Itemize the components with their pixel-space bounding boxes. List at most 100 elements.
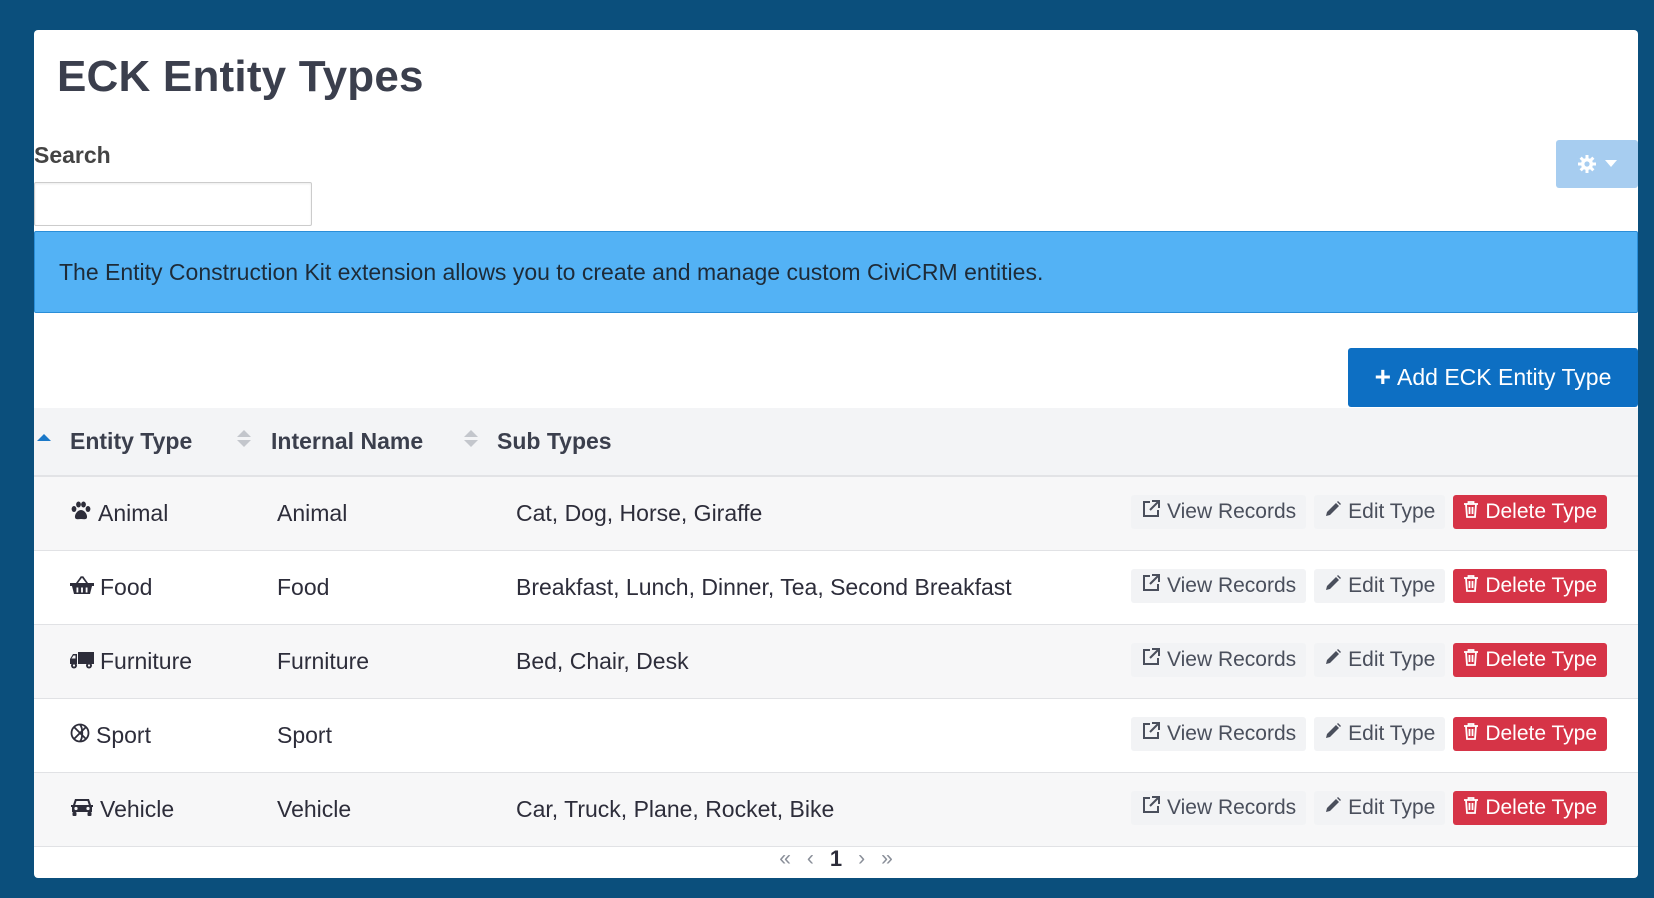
view-records-label: View Records: [1166, 500, 1297, 523]
column-header-entity-type[interactable]: Entity Type: [70, 408, 192, 475]
first-page-link[interactable]: «: [779, 847, 791, 871]
row-actions: View Records Edit Type Delete Type: [1130, 643, 1607, 677]
main-panel: ECK Entity Types Search The Entity Const…: [34, 30, 1638, 878]
external-link-icon: [1141, 499, 1161, 525]
entity-type-label: Food: [100, 574, 153, 600]
trash-icon: [1463, 796, 1479, 820]
gear-icon: [1577, 154, 1597, 174]
edit-type-button[interactable]: Edit Type: [1314, 717, 1446, 751]
entity-type-cell: Food: [70, 551, 152, 624]
internal-name-cell: Animal: [277, 500, 348, 526]
table-row: Food Food Breakfast, Lunch, Dinner, Tea,…: [34, 551, 1638, 625]
entity-type-cell: Sport: [70, 699, 151, 772]
view-records-button[interactable]: View Records: [1130, 495, 1307, 529]
alert-text: The Entity Construction Kit extension al…: [59, 258, 1044, 285]
pencil-icon: [1324, 648, 1342, 672]
search-input[interactable]: [34, 182, 312, 226]
prev-page-link[interactable]: ‹: [807, 847, 814, 871]
current-page[interactable]: 1: [830, 846, 842, 872]
trash-icon: [1463, 500, 1479, 524]
edit-type-label: Edit Type: [1348, 648, 1436, 671]
pencil-icon: [1324, 500, 1342, 524]
sort-icon: [237, 430, 251, 447]
truck-icon: [70, 648, 94, 675]
edit-type-button[interactable]: Edit Type: [1314, 495, 1446, 529]
trash-icon: [1463, 722, 1479, 746]
table-header: Entity Type Internal Name Sub Types: [34, 408, 1638, 477]
entity-type-cell: Animal: [70, 477, 168, 550]
pencil-icon: [1324, 796, 1342, 820]
entity-type-label: Furniture: [100, 648, 193, 674]
car-icon: [70, 796, 94, 823]
row-actions: View Records Edit Type Delete Type: [1130, 717, 1607, 751]
internal-name-cell: Furniture: [277, 648, 370, 674]
sub-types-cell: Bed, Chair, Desk: [516, 648, 689, 674]
basket-icon: [70, 574, 94, 601]
view-records-button[interactable]: View Records: [1130, 791, 1307, 825]
delete-type-label: Delete Type: [1485, 500, 1597, 523]
paw-icon: [70, 500, 92, 527]
view-records-label: View Records: [1166, 796, 1297, 819]
sort-asc-icon: [37, 434, 51, 441]
delete-type-button[interactable]: Delete Type: [1453, 643, 1607, 677]
trash-icon: [1463, 648, 1479, 672]
sub-types-cell: Cat, Dog, Horse, Giraffe: [516, 500, 763, 526]
pagination: « ‹ 1 › »: [34, 844, 1638, 874]
entity-type-label: Vehicle: [100, 796, 175, 822]
delete-type-label: Delete Type: [1485, 796, 1597, 819]
edit-type-button[interactable]: Edit Type: [1314, 791, 1446, 825]
table-row: Sport Sport View Records Edit Type Delet…: [34, 699, 1638, 773]
plus-icon: +: [1374, 360, 1391, 392]
window-border: [0, 0, 9, 898]
sub-types-cell: Breakfast, Lunch, Dinner, Tea, Second Br…: [516, 574, 1012, 600]
edit-type-label: Edit Type: [1348, 500, 1436, 523]
delete-type-button[interactable]: Delete Type: [1453, 717, 1607, 751]
delete-type-label: Delete Type: [1485, 648, 1597, 671]
view-records-button[interactable]: View Records: [1130, 643, 1307, 677]
external-link-icon: [1141, 795, 1161, 821]
add-button-label: Add ECK Entity Type: [1397, 364, 1612, 390]
sort-icon: [464, 430, 478, 447]
delete-type-label: Delete Type: [1485, 574, 1597, 597]
column-header-internal-name[interactable]: Internal Name: [271, 408, 423, 475]
view-records-button[interactable]: View Records: [1130, 569, 1307, 603]
pencil-icon: [1324, 574, 1342, 598]
content: Search The Entity Construction Kit exten…: [34, 30, 1638, 878]
edit-type-label: Edit Type: [1348, 574, 1436, 597]
search-label: Search: [34, 142, 111, 168]
edit-type-button[interactable]: Edit Type: [1314, 643, 1446, 677]
delete-type-button[interactable]: Delete Type: [1453, 791, 1607, 825]
table-row: Vehicle Vehicle Car, Truck, Plane, Rocke…: [34, 773, 1638, 847]
entity-type-cell: Furniture: [70, 625, 192, 698]
last-page-link[interactable]: »: [881, 847, 893, 871]
entity-type-label: Sport: [96, 722, 151, 748]
internal-name-cell: Vehicle: [277, 796, 352, 822]
row-actions: View Records Edit Type Delete Type: [1130, 569, 1607, 603]
pencil-icon: [1324, 722, 1342, 746]
column-header-sub-types[interactable]: Sub Types: [497, 408, 612, 475]
delete-type-label: Delete Type: [1485, 722, 1597, 745]
row-actions: View Records Edit Type Delete Type: [1130, 791, 1607, 825]
view-records-label: View Records: [1166, 722, 1297, 745]
view-records-label: View Records: [1166, 574, 1297, 597]
entity-type-cell: Vehicle: [70, 773, 174, 846]
view-records-button[interactable]: View Records: [1130, 717, 1307, 751]
external-link-icon: [1141, 573, 1161, 599]
row-actions: View Records Edit Type Delete Type: [1130, 495, 1607, 529]
settings-dropdown-button[interactable]: [1556, 140, 1638, 188]
delete-type-button[interactable]: Delete Type: [1453, 495, 1607, 529]
table-row: Furniture Furniture Bed, Chair, Desk Vie…: [34, 625, 1638, 699]
edit-type-label: Edit Type: [1348, 796, 1436, 819]
delete-type-button[interactable]: Delete Type: [1453, 569, 1607, 603]
entity-types-table: Entity Type Internal Name Sub Types Anim…: [34, 408, 1638, 847]
table-row: Animal Animal Cat, Dog, Horse, Giraffe V…: [34, 477, 1638, 551]
add-entity-type-button[interactable]: + Add ECK Entity Type: [1348, 348, 1638, 407]
edit-type-button[interactable]: Edit Type: [1314, 569, 1446, 603]
view-records-label: View Records: [1166, 648, 1297, 671]
sub-types-cell: Car, Truck, Plane, Rocket, Bike: [516, 796, 835, 822]
external-link-icon: [1141, 721, 1161, 747]
next-page-link[interactable]: ›: [858, 847, 865, 871]
internal-name-cell: Food: [277, 574, 330, 600]
internal-name-cell: Sport: [277, 722, 332, 748]
caret-down-icon: [1605, 160, 1617, 168]
